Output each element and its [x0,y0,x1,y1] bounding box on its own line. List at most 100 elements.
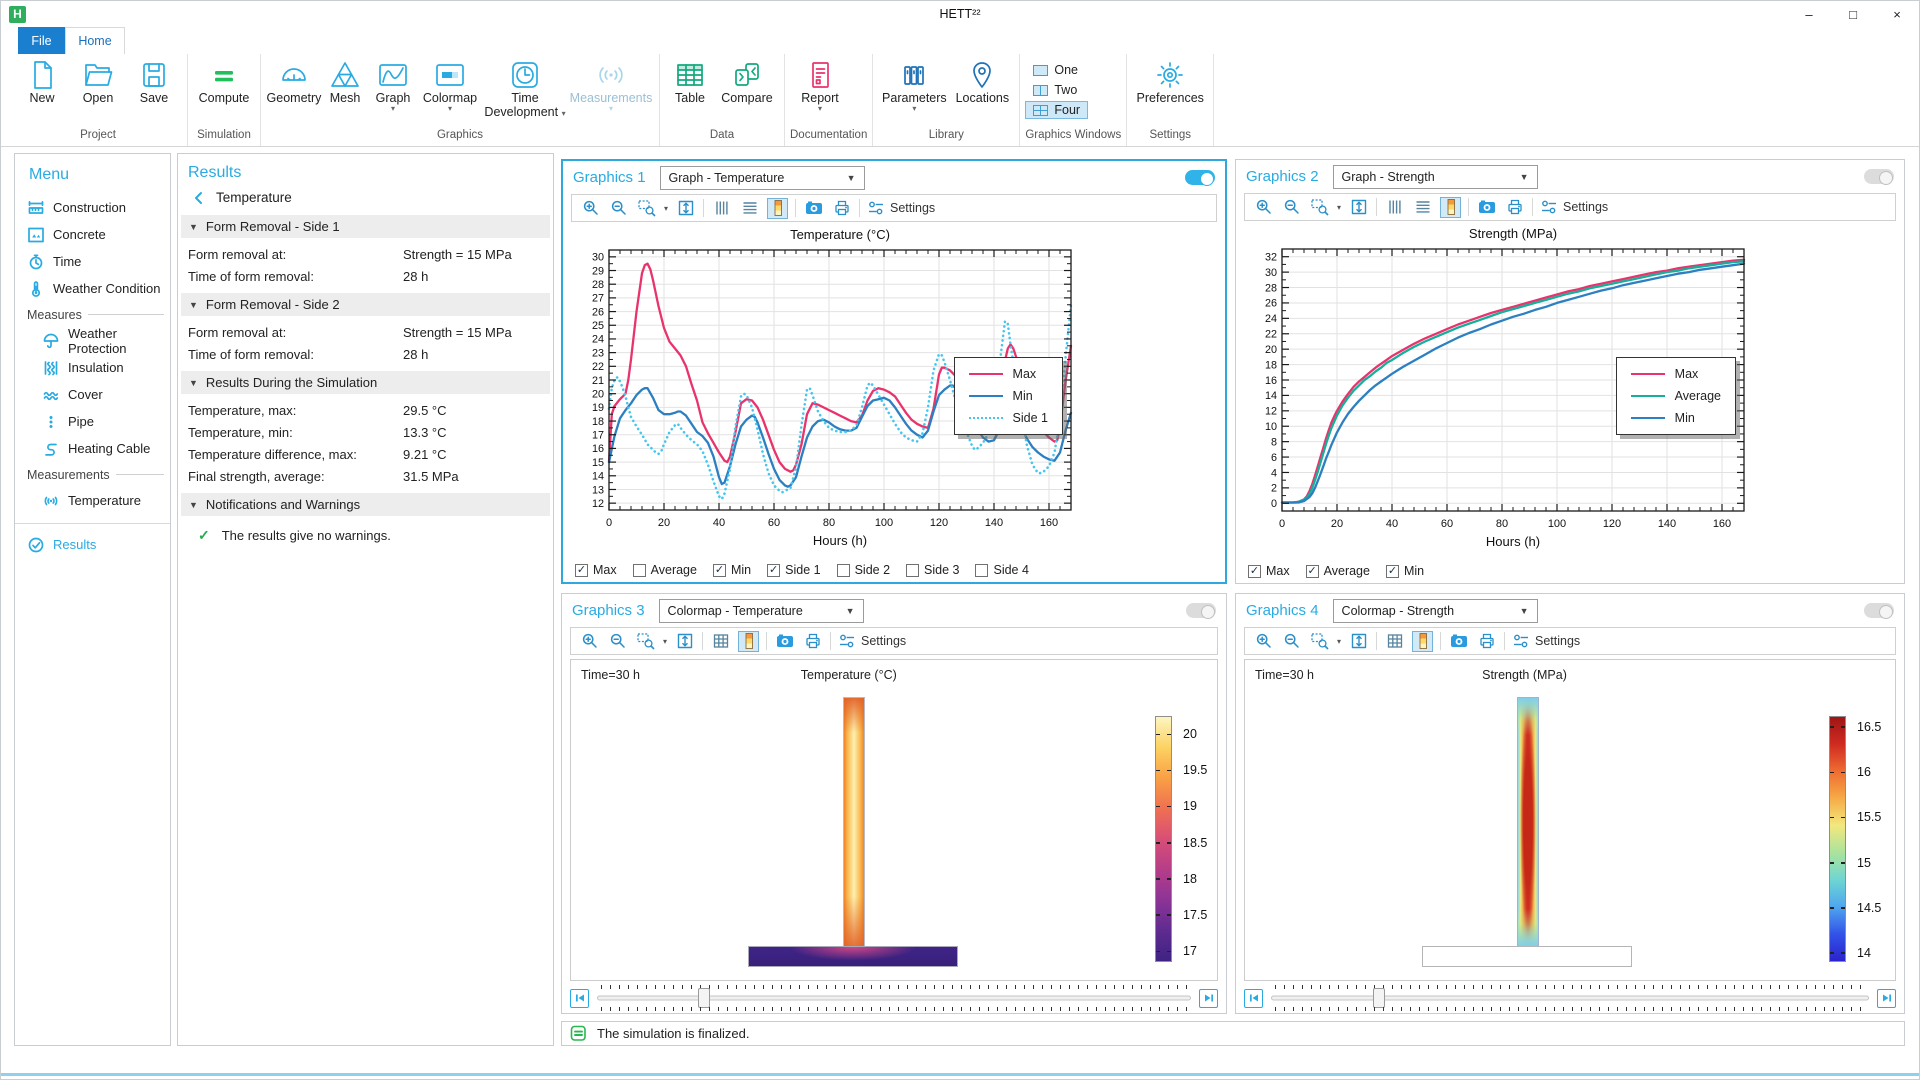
chevron-down-icon[interactable]: ▾ [1337,637,1341,646]
camera-icon[interactable] [803,198,824,219]
fit-view-icon[interactable] [675,198,696,219]
checkbox-average[interactable]: ✓Average [1306,564,1370,578]
checkbox-side-3[interactable]: Side 3 [906,563,959,577]
section-form-removal-side1[interactable]: ▼Form Removal - Side 1 [181,215,550,238]
sidebar-item-insulation[interactable]: Insulation [27,354,170,381]
print-icon[interactable] [1476,631,1497,652]
graphics-4-view-dropdown[interactable]: Colormap - Strength▼ [1333,599,1538,623]
colormap-button[interactable]: Colormap ▾ [418,57,482,113]
camera-icon[interactable] [1448,631,1469,652]
graphics-4-toggle[interactable] [1864,603,1894,618]
horizontal-gridlines-icon[interactable] [1412,197,1433,218]
back-chevron-icon[interactable] [192,191,204,205]
zoom-in-icon[interactable] [579,631,600,652]
strength-chart[interactable]: Strength (MPa)02468101214161820222426283… [1242,223,1898,557]
print-icon[interactable] [831,198,852,219]
time-slider-track[interactable] [597,985,1191,1011]
print-icon[interactable] [1504,197,1525,218]
checkbox-side-1[interactable]: ✓Side 1 [767,563,820,577]
mesh-grid-icon[interactable] [1384,631,1405,652]
mesh-grid-icon[interactable] [710,631,731,652]
fit-view-icon[interactable] [674,631,695,652]
open-button[interactable]: Open [70,57,126,105]
checkbox-max[interactable]: ✓Max [1248,564,1290,578]
graphics-windows-two[interactable]: Two [1025,81,1088,99]
graphics-1-panel[interactable]: Graphics 1 Graph - Temperature▼ ▾Setting… [561,159,1227,584]
camera-icon[interactable] [774,631,795,652]
graphics-2-view-dropdown[interactable]: Graph - Strength▼ [1333,165,1538,189]
geometry-button[interactable]: Geometry [266,57,322,105]
mesh-button[interactable]: Mesh [322,57,368,105]
settings-button[interactable]: Settings [1512,632,1580,650]
checkbox-min[interactable]: ✓Min [1386,564,1424,578]
time-slider-thumb[interactable] [698,988,710,1008]
table-button[interactable]: Table [665,57,715,105]
graph-dropdown-caret[interactable]: ▾ [391,105,395,113]
zoom-box-icon[interactable] [1309,631,1330,652]
fit-view-icon[interactable] [1348,631,1369,652]
sidebar-item-concrete[interactable]: Concrete [27,221,170,248]
zoom-in-icon[interactable] [1253,197,1274,218]
checkbox-average[interactable]: Average [633,563,697,577]
chevron-down-icon[interactable]: ▾ [1337,203,1341,212]
colorbar-toggle-icon[interactable] [767,198,788,219]
time-step-back-button[interactable] [570,989,589,1008]
parameters-button[interactable]: Parameters ▾ [878,57,950,113]
graphics-4-panel[interactable]: Graphics 4 Colormap - Strength▼ ▾Setting… [1235,593,1905,1014]
zoom-in-icon[interactable] [580,198,601,219]
zoom-out-icon[interactable] [608,198,629,219]
compare-button[interactable]: Compare [715,57,779,105]
graphics-windows-one[interactable]: One [1025,61,1088,79]
chevron-down-icon[interactable]: ▾ [663,637,667,646]
sidebar-item-construction[interactable]: Construction [27,194,170,221]
colorbar-toggle-icon[interactable] [1440,197,1461,218]
checkbox-side-2[interactable]: Side 2 [837,563,890,577]
graphics-1-view-dropdown[interactable]: Graph - Temperature▼ [660,166,865,190]
sidebar-item-pipe[interactable]: Pipe [27,408,170,435]
zoom-in-icon[interactable] [1253,631,1274,652]
horizontal-gridlines-icon[interactable] [739,198,760,219]
zoom-box-icon[interactable] [1309,197,1330,218]
minimize-button[interactable]: – [1787,1,1831,27]
chevron-down-icon[interactable]: ▾ [664,204,668,213]
strength-colormap-plot[interactable]: Time=30 h Strength (MPa) 16.51615.51514.… [1244,659,1896,981]
colorbar-toggle-icon[interactable] [1412,631,1433,652]
time-slider-track[interactable] [1271,985,1869,1011]
time-step-forward-button[interactable] [1877,989,1896,1008]
section-form-removal-side2[interactable]: ▼Form Removal - Side 2 [181,293,550,316]
print-icon[interactable] [802,631,823,652]
graph-button[interactable]: Graph ▾ [368,57,418,113]
tab-file[interactable]: File [18,27,65,54]
vertical-gridlines-icon[interactable] [711,198,732,219]
zoom-box-icon[interactable] [635,631,656,652]
time-step-back-button[interactable] [1244,989,1263,1008]
settings-button[interactable]: Settings [1540,198,1608,216]
sidebar-item-time[interactable]: Time [27,248,170,275]
graphics-3-toggle[interactable] [1186,603,1216,618]
time-development-button[interactable]: Time Development ▾ [482,57,568,119]
zoom-out-icon[interactable] [1281,631,1302,652]
checkbox-side-4[interactable]: Side 4 [975,563,1028,577]
settings-button[interactable]: Settings [838,632,906,650]
save-button[interactable]: Save [126,57,182,105]
zoom-box-icon[interactable] [636,198,657,219]
locations-button[interactable]: Locations [950,57,1014,105]
tab-home[interactable]: Home [65,27,125,54]
checkbox-min[interactable]: ✓Min [713,563,751,577]
new-button[interactable]: New [14,57,70,105]
sidebar-item-weather-protection[interactable]: Weather Protection [27,327,170,354]
graphics-windows-four[interactable]: Four [1025,101,1088,119]
sidebar-item-results[interactable]: Results [27,531,170,558]
colormap-dropdown-caret[interactable]: ▾ [448,105,452,113]
sidebar-item-cover[interactable]: Cover [27,381,170,408]
temperature-chart[interactable]: Temperature (°C)121314151617181920212223… [569,224,1219,556]
sidebar-item-heating-cable[interactable]: Heating Cable [27,435,170,462]
time-slider-thumb[interactable] [1373,988,1385,1008]
colorbar-toggle-icon[interactable] [738,631,759,652]
fit-view-icon[interactable] [1348,197,1369,218]
vertical-gridlines-icon[interactable] [1384,197,1405,218]
sidebar-item-weather-condition[interactable]: Weather Condition [27,275,170,302]
maximize-button[interactable]: □ [1831,1,1875,27]
settings-button[interactable]: Settings [867,199,935,217]
report-button[interactable]: Report ▾ [790,57,850,113]
